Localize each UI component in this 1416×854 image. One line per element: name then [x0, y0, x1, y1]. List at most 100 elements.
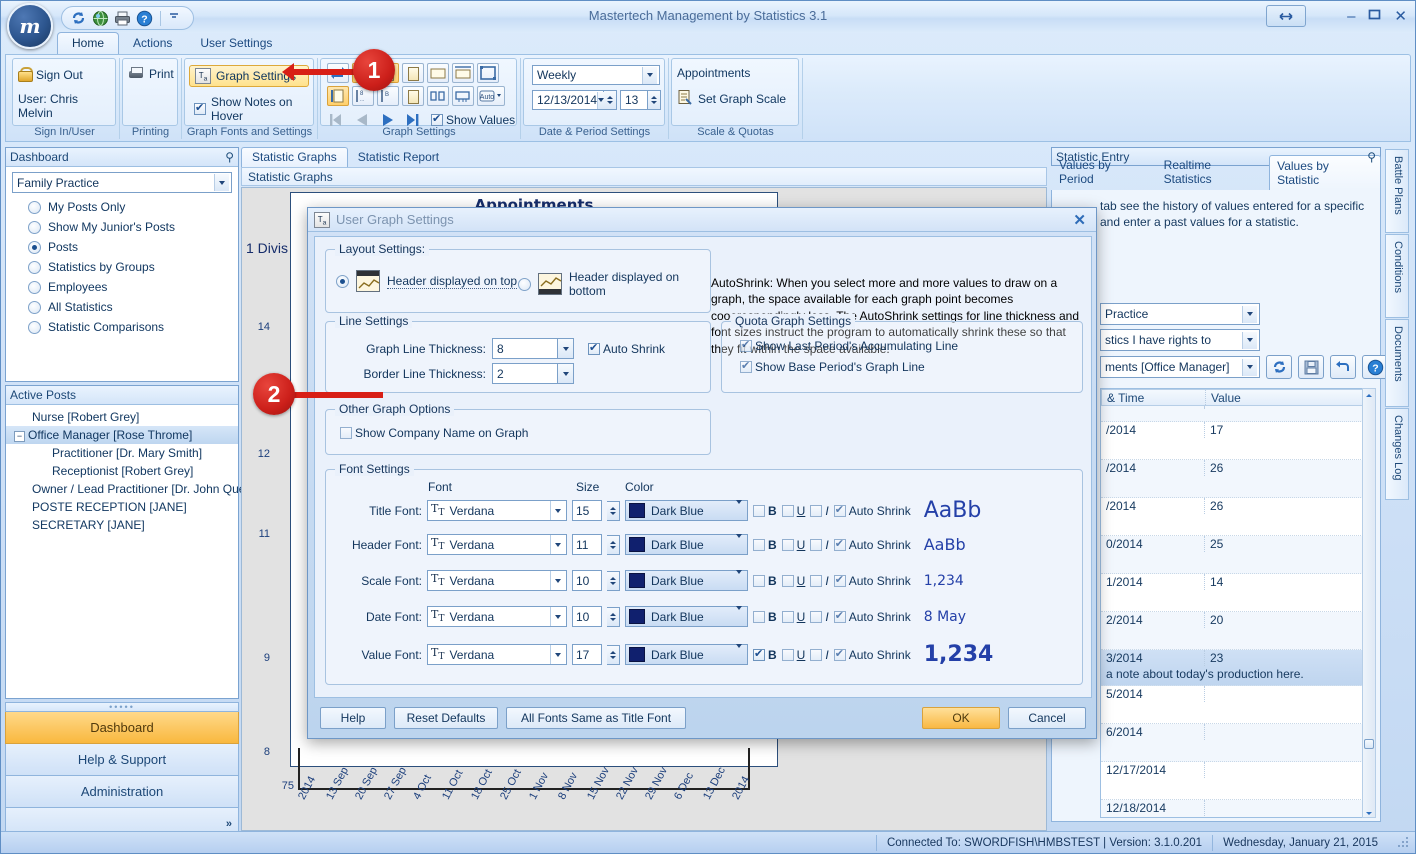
- tree-item-poste-reception[interactable]: POSTE RECEPTION [JANE]: [6, 498, 238, 516]
- compare-many-icon[interactable]: [452, 86, 474, 106]
- radio-show-juniors-posts[interactable]: Show My Junior's Posts: [12, 217, 232, 237]
- chevron-down-icon[interactable]: [558, 338, 574, 359]
- chevron-down-icon[interactable]: [550, 535, 564, 554]
- show-values-checkbox[interactable]: [431, 112, 443, 126]
- landscape-page-icon[interactable]: [427, 63, 449, 83]
- header-font-size[interactable]: 11: [572, 534, 602, 555]
- radio-statistic-comparisons[interactable]: Statistic Comparisons: [12, 317, 232, 337]
- scale-underline-toggle[interactable]: U: [781, 574, 805, 588]
- date-font-color-select[interactable]: Dark Blue: [625, 605, 748, 627]
- table-row[interactable]: /2014 17: [1101, 422, 1375, 460]
- cancel-button[interactable]: Cancel: [1008, 707, 1086, 729]
- toggle-show-base-period-line[interactable]: Show Base Period's Graph Line: [740, 359, 958, 374]
- chevron-down-icon[interactable]: [642, 66, 657, 84]
- save-icon[interactable]: [1298, 355, 1324, 379]
- table-row-selected[interactable]: 3/2014 23 a note about today's productio…: [1101, 650, 1375, 686]
- header-underline-toggle[interactable]: U: [781, 538, 805, 552]
- vtab-battle-plans[interactable]: Battle Plans: [1385, 149, 1409, 233]
- grid-scrollbar[interactable]: [1362, 388, 1376, 818]
- blank-page-icon[interactable]: [402, 86, 424, 106]
- chevron-down-icon[interactable]: [550, 607, 564, 626]
- reset-defaults-button[interactable]: Reset Defaults: [394, 707, 498, 729]
- tree-item-practitioner[interactable]: Practitioner [Dr. Mary Smith]: [6, 444, 238, 462]
- tab-values-by-period[interactable]: Values by Period: [1051, 154, 1156, 190]
- title-auto-shrink-toggle[interactable]: Auto Shrink: [833, 503, 911, 518]
- date-size-stepper[interactable]: [607, 606, 620, 627]
- vtab-conditions[interactable]: Conditions: [1385, 234, 1409, 318]
- vtab-documents[interactable]: Documents: [1385, 319, 1409, 407]
- chevron-down-icon[interactable]: [550, 645, 564, 664]
- count-stepper[interactable]: [648, 90, 661, 110]
- chevron-down-icon[interactable]: [1242, 331, 1257, 349]
- chevron-down-icon[interactable]: [736, 533, 742, 552]
- table-row[interactable]: 12/18/2014: [1101, 800, 1375, 817]
- radio-posts[interactable]: Posts: [12, 237, 232, 257]
- chevron-down-icon[interactable]: [736, 569, 742, 588]
- date-font-size[interactable]: 10: [572, 606, 602, 627]
- print-button[interactable]: Print: [123, 65, 177, 83]
- header-size-stepper[interactable]: [607, 534, 620, 555]
- value-font-size[interactable]: 17: [572, 644, 602, 665]
- header-font-select[interactable]: TT Verdana: [427, 534, 567, 555]
- rights-filter-select[interactable]: stics I have rights to: [1100, 329, 1260, 351]
- chevron-down-icon[interactable]: [736, 643, 742, 662]
- all-fonts-same-button[interactable]: All Fonts Same as Title Font: [506, 707, 686, 729]
- help-button[interactable]: Help: [320, 707, 386, 729]
- chevron-down-icon[interactable]: [550, 501, 564, 520]
- refresh-icon[interactable]: [1266, 355, 1292, 379]
- header-auto-shrink-toggle[interactable]: Auto Shrink: [833, 537, 911, 552]
- radio-header-bottom[interactable]: Header displayed on bottom: [518, 270, 710, 298]
- close-button[interactable]: ✕: [1394, 7, 1407, 25]
- app-logo[interactable]: m: [7, 3, 53, 49]
- chevron-down-icon[interactable]: [736, 499, 742, 518]
- radio-statistics-by-groups[interactable]: Statistics by Groups: [12, 257, 232, 277]
- ribbon-tab-home[interactable]: Home: [57, 32, 120, 54]
- value-font-color-select[interactable]: Dark Blue: [625, 643, 748, 665]
- table-row[interactable]: 12/17/2014: [1101, 762, 1375, 800]
- title-font-select[interactable]: TT Verdana: [427, 500, 567, 521]
- date-input[interactable]: 12/13/2014: [532, 90, 605, 110]
- chevron-down-icon[interactable]: [558, 363, 574, 384]
- scroll-up-icon[interactable]: [1363, 389, 1375, 402]
- scale-size-stepper[interactable]: [607, 570, 620, 591]
- date-italic-toggle[interactable]: I: [810, 610, 829, 624]
- tree-item-nurse[interactable]: Nurse [Robert Grey]: [6, 408, 238, 426]
- tab-values-by-statistic[interactable]: Values by Statistic: [1269, 155, 1381, 190]
- collapse-icon[interactable]: −: [14, 431, 25, 442]
- pin-icon[interactable]: ⚲: [1367, 150, 1376, 164]
- minimize-button[interactable]: –: [1347, 8, 1355, 25]
- border-line-thickness-select[interactable]: 2: [492, 363, 574, 384]
- title-bold-toggle[interactable]: B: [753, 504, 777, 518]
- fit-page-icon[interactable]: [477, 63, 499, 83]
- practice-select[interactable]: Family Practice: [12, 172, 232, 193]
- scale-bold-toggle[interactable]: B: [753, 574, 777, 588]
- print-icon[interactable]: [114, 10, 131, 27]
- tree-item-owner-lead-practitioner[interactable]: Owner / Lead Practitioner [Dr. John Que]: [6, 480, 249, 498]
- help-icon[interactable]: ?: [136, 10, 153, 27]
- ribbon-tab-user-settings[interactable]: User Settings: [186, 33, 286, 54]
- chevron-down-icon[interactable]: [168, 10, 185, 27]
- tab-realtime-statistics[interactable]: Realtime Statistics: [1156, 154, 1269, 190]
- header-bold-toggle[interactable]: B: [753, 538, 777, 552]
- statistic-select[interactable]: ments [Office Manager]: [1100, 356, 1260, 378]
- dock-splitter[interactable]: •••••: [5, 702, 239, 712]
- scale-font-select[interactable]: TT Verdana: [427, 570, 567, 591]
- practice-filter-select[interactable]: Practice: [1100, 303, 1260, 325]
- nav-button-administration[interactable]: Administration: [5, 776, 239, 808]
- table-row[interactable]: 1/2014 14: [1101, 574, 1375, 612]
- date-bold-toggle[interactable]: B: [753, 610, 777, 624]
- title-font-color-select[interactable]: Dark Blue: [625, 499, 748, 521]
- radio-all-statistics[interactable]: All Statistics: [12, 297, 232, 317]
- count-input[interactable]: 13: [620, 90, 648, 110]
- value-auto-shrink-toggle[interactable]: Auto Shrink: [833, 647, 911, 662]
- date-underline-toggle[interactable]: U: [781, 610, 805, 624]
- table-row[interactable]: 5/2014: [1101, 686, 1375, 724]
- value-bold-toggle[interactable]: B: [753, 647, 777, 662]
- header-italic-toggle[interactable]: I: [810, 538, 829, 552]
- date-font-select[interactable]: TT Verdana: [427, 606, 567, 627]
- line-auto-shrink-toggle[interactable]: Auto Shrink: [588, 341, 665, 356]
- graph-line-thickness-select[interactable]: 8: [492, 338, 574, 359]
- title-underline-toggle[interactable]: U: [781, 504, 805, 518]
- value-size-stepper[interactable]: [607, 644, 620, 665]
- scale-font-size[interactable]: 10: [572, 570, 602, 591]
